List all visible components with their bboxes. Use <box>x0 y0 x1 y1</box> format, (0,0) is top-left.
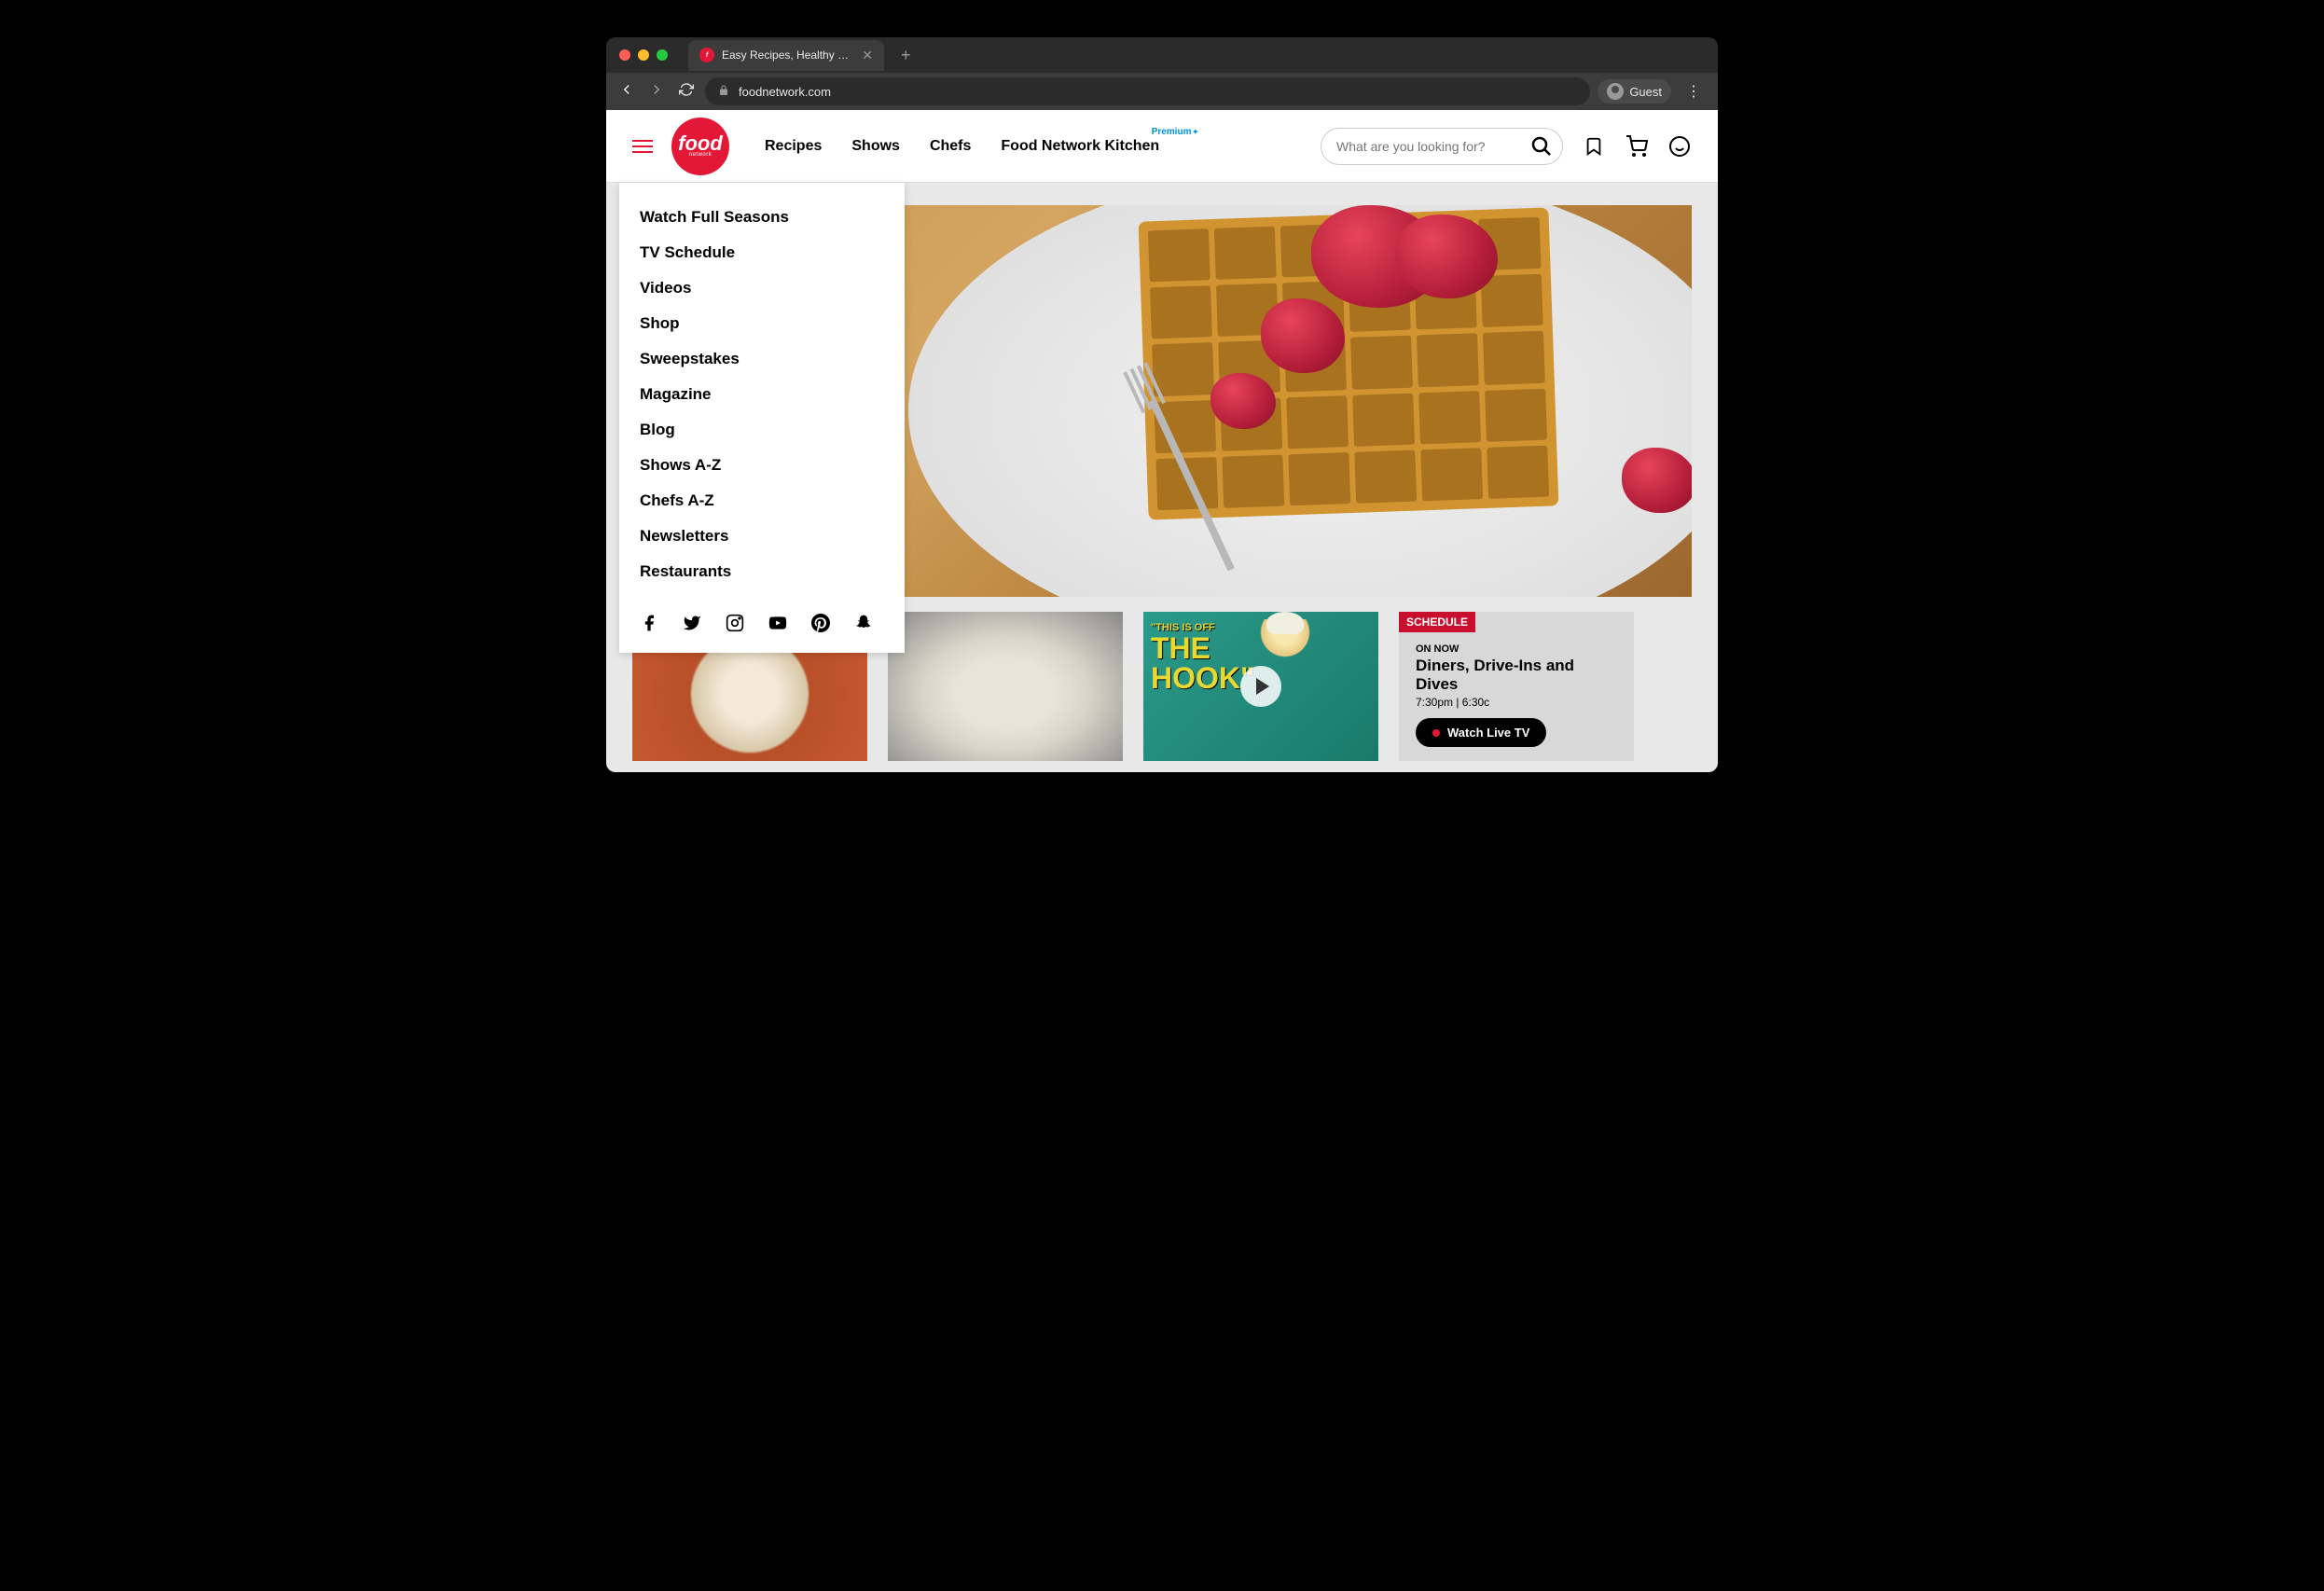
schedule-card: SCHEDULE ON NOW Diners, Drive-Ins and Di… <box>1399 612 1634 761</box>
show-time: 7:30pm | 6:30c <box>1416 696 1617 709</box>
menu-newsletters[interactable]: Newsletters <box>619 519 905 554</box>
menu-shop[interactable]: Shop <box>619 306 905 341</box>
page-content: food network Recipes Shows Chefs Food Ne… <box>606 110 1718 772</box>
nav-kitchen[interactable]: Food Network Kitchen Premium <box>1001 138 1159 155</box>
premium-badge: Premium <box>1152 127 1199 137</box>
nav-chefs[interactable]: Chefs <box>930 138 971 155</box>
back-button[interactable] <box>616 81 638 103</box>
content-card-video[interactable]: "THIS IS OFF THE HOOK" <box>1143 612 1378 761</box>
browser-tab[interactable]: f Easy Recipes, Healthy Eating Id ✕ <box>688 40 884 71</box>
menu-shows-az[interactable]: Shows A-Z <box>619 448 905 483</box>
hamburger-menu-button[interactable] <box>632 140 653 153</box>
instagram-icon[interactable] <box>726 614 744 632</box>
guest-profile-button[interactable]: Guest <box>1598 79 1671 104</box>
menu-restaurants[interactable]: Restaurants <box>619 554 905 589</box>
search-icon <box>1530 135 1553 158</box>
new-tab-button[interactable]: + <box>901 46 911 65</box>
close-window-button[interactable] <box>619 49 630 61</box>
menu-watch-full-seasons[interactable]: Watch Full Seasons <box>619 200 905 235</box>
menu-magazine[interactable]: Magazine <box>619 377 905 412</box>
facebook-icon[interactable] <box>640 614 658 632</box>
browser-window: f Easy Recipes, Healthy Eating Id ✕ + fo… <box>606 37 1718 772</box>
main-nav: Recipes Shows Chefs Food Network Kitchen… <box>765 138 1159 155</box>
tab-title: Easy Recipes, Healthy Eating Id <box>722 48 854 62</box>
reload-button[interactable] <box>675 82 698 102</box>
titlebar: f Easy Recipes, Healthy Eating Id ✕ + <box>606 37 1718 73</box>
logo-text-sub: network <box>689 152 712 158</box>
nav-kitchen-label: Food Network Kitchen <box>1001 138 1159 154</box>
guest-label: Guest <box>1629 85 1662 99</box>
menu-sweepstakes[interactable]: Sweepstakes <box>619 341 905 377</box>
search-button[interactable] <box>1527 131 1556 161</box>
dropdown-menu: Watch Full Seasons TV Schedule Videos Sh… <box>619 183 905 653</box>
nav-shows[interactable]: Shows <box>851 138 900 155</box>
hero-image <box>908 205 1692 597</box>
forward-button[interactable] <box>645 81 668 103</box>
social-row <box>619 589 905 640</box>
maximize-window-button[interactable] <box>657 49 668 61</box>
play-button[interactable] <box>1240 666 1281 707</box>
profile-button[interactable] <box>1667 134 1692 159</box>
snapchat-icon[interactable] <box>854 614 873 632</box>
logo-text-main: food <box>678 134 723 153</box>
nav-recipes[interactable]: Recipes <box>765 138 822 155</box>
search-box[interactable] <box>1321 128 1563 165</box>
minimize-window-button[interactable] <box>638 49 649 61</box>
menu-blog[interactable]: Blog <box>619 412 905 448</box>
bookmark-button[interactable] <box>1582 134 1606 159</box>
menu-chefs-az[interactable]: Chefs A-Z <box>619 483 905 519</box>
youtube-icon[interactable] <box>768 614 787 632</box>
cart-button[interactable] <box>1625 134 1649 159</box>
site-logo[interactable]: food network <box>671 118 729 175</box>
site-header: food network Recipes Shows Chefs Food Ne… <box>606 110 1718 183</box>
cart-icon <box>1625 135 1648 158</box>
show-title: Diners, Drive-Ins and Dives <box>1416 657 1617 694</box>
menu-videos[interactable]: Videos <box>619 270 905 306</box>
twitter-icon[interactable] <box>683 614 701 632</box>
smile-icon <box>1668 135 1691 158</box>
browser-menu-button[interactable]: ⋮ <box>1679 82 1708 101</box>
tab-close-button[interactable]: ✕ <box>862 48 873 63</box>
tab-favicon: f <box>699 48 714 62</box>
search-input[interactable] <box>1336 139 1527 154</box>
avatar-icon <box>1607 83 1624 100</box>
watch-live-label: Watch Live TV <box>1447 726 1529 740</box>
url-text: foodnetwork.com <box>739 85 831 99</box>
schedule-badge: SCHEDULE <box>1399 612 1475 632</box>
address-bar[interactable]: foodnetwork.com <box>705 77 1590 105</box>
menu-tv-schedule[interactable]: TV Schedule <box>619 235 905 270</box>
pinterest-icon[interactable] <box>811 614 830 632</box>
video-overlay-text: "THIS IS OFF THE HOOK" <box>1151 623 1254 693</box>
on-now-label: ON NOW <box>1416 643 1617 655</box>
watch-live-button[interactable]: Watch Live TV <box>1416 718 1546 747</box>
bookmark-icon <box>1584 136 1604 157</box>
live-dot-icon <box>1432 729 1440 737</box>
lock-icon <box>718 85 729 99</box>
content-card-soup[interactable] <box>888 612 1123 761</box>
window-controls <box>619 49 668 61</box>
browser-toolbar: foodnetwork.com Guest ⋮ <box>606 73 1718 110</box>
